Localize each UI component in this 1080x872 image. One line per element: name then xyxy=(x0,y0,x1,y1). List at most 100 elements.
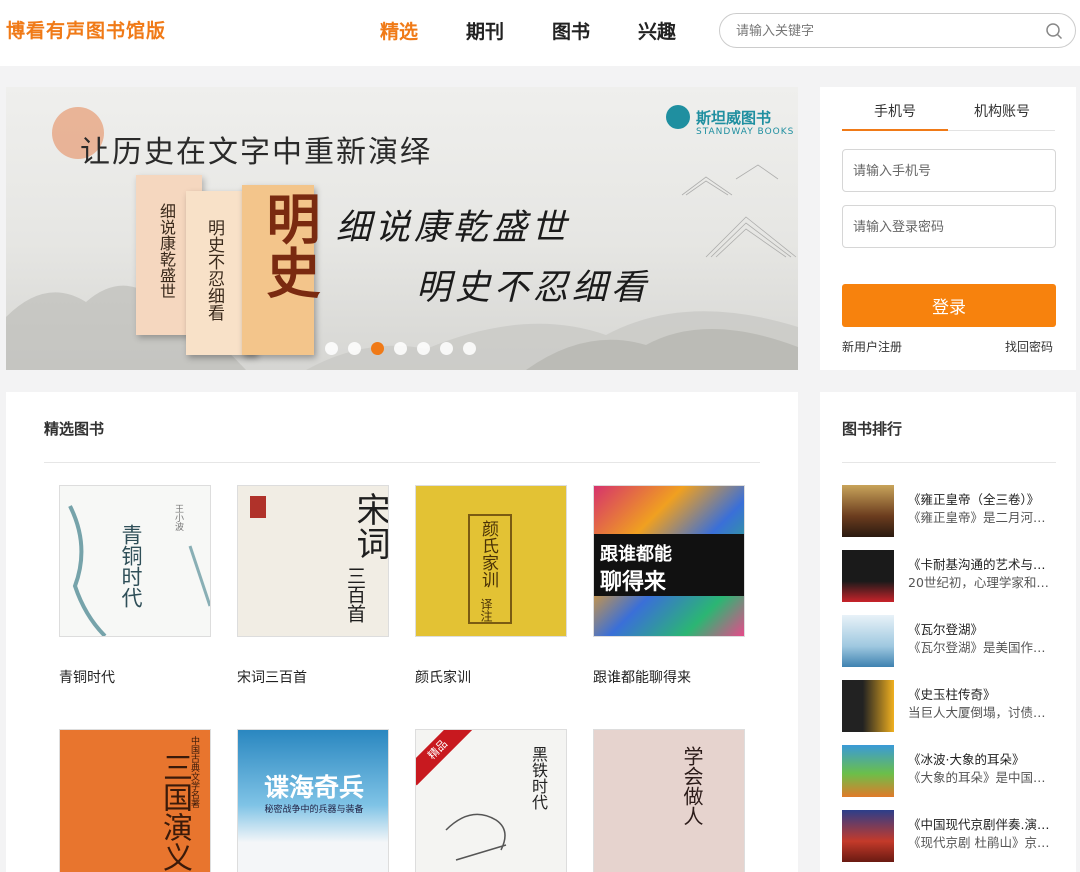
ranking-book-desc: 《大象的耳朵》是中国… xyxy=(908,770,1046,785)
phone-field xyxy=(842,149,1056,192)
book-thumbnail xyxy=(842,550,894,602)
banner-slogan-1: 细说康乾盛世 xyxy=(336,208,571,248)
publisher-brand: 斯坦威图书 xyxy=(666,105,771,129)
book-card[interactable]: 颜氏家训 译注 颜氏家训 xyxy=(415,485,567,687)
seal-stamp xyxy=(250,496,266,518)
site-logo[interactable]: 博看有声图书馆版 xyxy=(6,16,166,43)
cover-title: 颜氏家训 xyxy=(478,520,498,588)
search-input[interactable] xyxy=(736,21,1036,41)
banner-slogan-2: 明史不忍细看 xyxy=(416,268,651,308)
cover-title: 宋词 xyxy=(350,492,389,560)
horse-sketch xyxy=(445,813,507,861)
ranking-book-title: 《卡耐基沟通的艺术与… xyxy=(908,557,1046,572)
ranking-book-desc: 当巨人大厦倒塌，讨债… xyxy=(908,705,1046,720)
book-cover: 三国演义 中国古典文学名著 xyxy=(59,729,211,872)
book-cover: 精品 黑铁时代 xyxy=(415,729,567,872)
cover-subtitle: 秘密战争中的兵器与装备 xyxy=(264,805,364,815)
banner-title: 让历史在文字中重新演绎 xyxy=(80,135,432,170)
ranking-book-title: 《中国现代京剧伴奏.演… xyxy=(908,817,1050,832)
main-nav: 精选 期刊 图书 兴趣 xyxy=(380,17,724,44)
book-card[interactable]: 学会做人 xyxy=(593,729,745,872)
ranking-book-desc: 20世纪初，心理学家和… xyxy=(908,575,1049,590)
ranking-item[interactable]: 《卡耐基沟通的艺术与… 20世纪初，心理学家和… xyxy=(842,550,1056,604)
carousel-dot[interactable] xyxy=(348,342,361,355)
ranking-item[interactable]: 《冰波·大象的耳朵》 《大象的耳朵》是中国… xyxy=(842,745,1056,799)
book-thumbnail xyxy=(842,810,894,862)
ranking-book-title: 《瓦尔登湖》 xyxy=(908,622,984,637)
book-cover: 跟谁都能 聊得来 xyxy=(593,485,745,637)
cover-subtitle: 中国古典文学名著 xyxy=(189,736,199,808)
tab-institution[interactable]: 机构账号 xyxy=(949,101,1055,121)
cover-title: 跟谁都能 xyxy=(600,544,672,565)
ranking-book-desc: 《现代京剧 杜鹃山》京… xyxy=(908,835,1050,850)
search-icon[interactable] xyxy=(1045,22,1063,40)
book-card[interactable]: 三国演义 中国古典文学名著 xyxy=(59,729,211,872)
section-title: 精选图书 xyxy=(44,420,105,438)
nav-periodicals[interactable]: 期刊 xyxy=(466,17,552,44)
divider xyxy=(44,462,760,463)
cover-subtitle: 三百首 xyxy=(344,566,366,623)
book-cover: 学会做人 xyxy=(593,729,745,872)
password-input[interactable] xyxy=(853,217,1043,237)
divider xyxy=(842,462,1056,463)
book-cover: 颜氏家训 译注 xyxy=(415,485,567,637)
login-tabs: 手机号 机构账号 xyxy=(842,101,1055,131)
book-title: 宋词三百首 xyxy=(237,670,307,686)
ranking-book-desc: 《雍正皇帝》是二月河… xyxy=(908,510,1046,525)
login-button[interactable]: 登录 xyxy=(842,284,1056,327)
book-title: 青铜时代 xyxy=(59,670,115,686)
book-title: 颜氏家训 xyxy=(415,670,471,686)
phone-input[interactable] xyxy=(853,161,1043,181)
ranking-item[interactable]: 《瓦尔登湖》 《瓦尔登湖》是美国作… xyxy=(842,615,1056,669)
book-thumbnail xyxy=(842,680,894,732)
publisher-name: 斯坦威图书 xyxy=(696,108,772,127)
book-cover: 青铜时代 王小波 xyxy=(59,485,211,637)
nav-books[interactable]: 图书 xyxy=(552,17,638,44)
search-box xyxy=(719,13,1076,48)
book-ranking-section: 图书排行 《雍正皇帝（全三卷）》 《雍正皇帝》是二月河… 《卡耐基沟通的艺术与…… xyxy=(820,392,1076,872)
ranking-book-title: 《冰波·大象的耳朵》 xyxy=(908,752,1025,767)
ranking-book-title: 《雍正皇帝（全三卷）》 xyxy=(908,492,1040,507)
publisher-logo-icon xyxy=(666,105,690,129)
ranking-item[interactable]: 《史玉柱传奇》 当巨人大厦倒塌，讨债… xyxy=(842,680,1056,734)
book-cover: 谍海奇兵 秘密战争中的兵器与装备 xyxy=(237,729,389,872)
carousel-dot[interactable] xyxy=(440,342,453,355)
cover-title: 青铜时代 xyxy=(119,524,143,608)
login-panel: 手机号 机构账号 登录 新用户注册 找回密码 xyxy=(820,87,1076,370)
book-thumbnail xyxy=(842,615,894,667)
carousel-dot[interactable] xyxy=(463,342,476,355)
featured-books-section: 精选图书 青铜时代 王小波 青铜时代 宋词 三百首 宋词三百首 颜氏家训 译注 … xyxy=(6,392,798,872)
password-field xyxy=(842,205,1056,248)
forgot-password-link[interactable]: 找回密码 xyxy=(1005,338,1053,355)
carousel-dot-active[interactable] xyxy=(371,342,384,355)
cover-title: 学会做人 xyxy=(680,746,704,826)
ranking-item[interactable]: 《雍正皇帝（全三卷）》 《雍正皇帝》是二月河… xyxy=(842,485,1056,539)
book-card[interactable]: 精品 黑铁时代 xyxy=(415,729,567,872)
banner-book-title: 明史 xyxy=(257,191,321,299)
banner-book-title: 细说康乾盛世 xyxy=(157,203,176,299)
book-card[interactable]: 跟谁都能 聊得来 跟谁都能聊得来 xyxy=(593,485,745,687)
banner-carousel[interactable]: 让历史在文字中重新演绎 斯坦威图书 STANDWAY BOOKS 细说康乾盛世 … xyxy=(6,87,798,370)
book-thumbnail xyxy=(842,745,894,797)
register-link[interactable]: 新用户注册 xyxy=(842,338,902,355)
ranking-item[interactable]: 《中国现代京剧伴奏.演… 《现代京剧 杜鹃山》京… xyxy=(842,810,1056,864)
book-thumbnail xyxy=(842,485,894,537)
book-card[interactable]: 谍海奇兵 秘密战争中的兵器与装备 xyxy=(237,729,389,872)
carousel-dot[interactable] xyxy=(325,342,338,355)
book-title: 跟谁都能聊得来 xyxy=(593,670,691,686)
cover-subtitle: 译注 xyxy=(479,598,493,622)
carousel-dot[interactable] xyxy=(394,342,407,355)
ranking-book-title: 《史玉柱传奇》 xyxy=(908,687,996,702)
book-card[interactable]: 青铜时代 王小波 青铜时代 xyxy=(59,485,211,687)
book-cover: 宋词 三百首 xyxy=(237,485,389,637)
cover-title: 谍海奇兵 xyxy=(263,773,364,802)
carousel-dot[interactable] xyxy=(417,342,430,355)
cover-author: 王小波 xyxy=(173,504,183,531)
cover-subtitle: 聊得来 xyxy=(600,570,667,595)
top-header: 博看有声图书馆版 精选 期刊 图书 兴趣 xyxy=(0,0,1080,66)
nav-interests[interactable]: 兴趣 xyxy=(638,17,724,44)
carousel-dots xyxy=(325,342,486,355)
book-card[interactable]: 宋词 三百首 宋词三百首 xyxy=(237,485,389,687)
tab-phone[interactable]: 手机号 xyxy=(842,101,948,131)
nav-featured[interactable]: 精选 xyxy=(380,17,466,44)
